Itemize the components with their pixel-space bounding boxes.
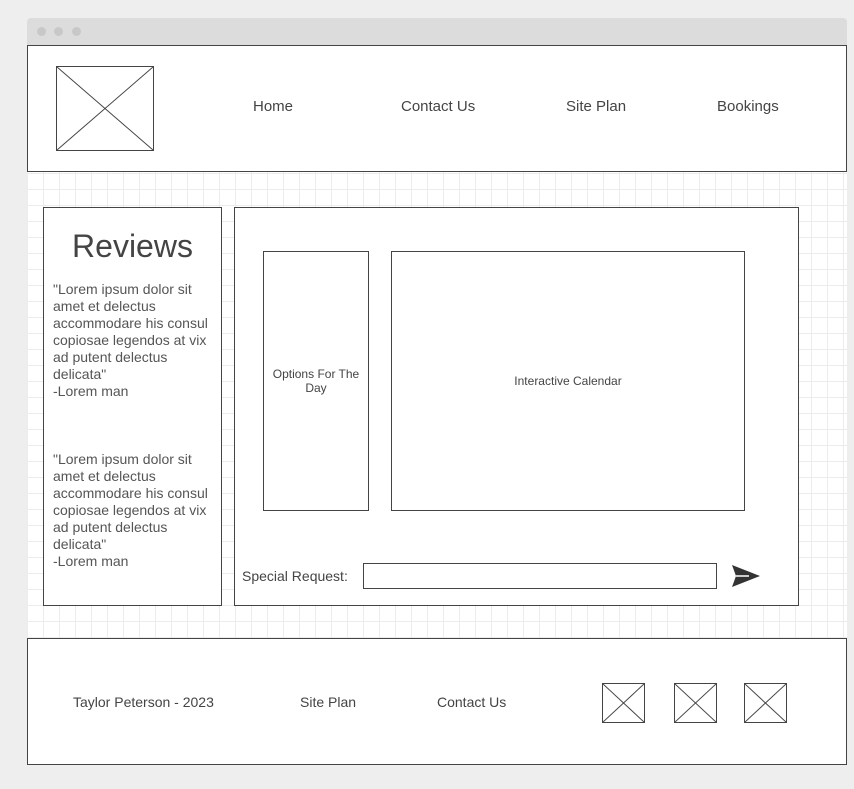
- logo-placeholder-icon[interactable]: [56, 66, 154, 151]
- window-dot-icon: [54, 27, 63, 36]
- booking-panel: Options For The Day Interactive Calendar…: [234, 207, 799, 606]
- social-placeholder-icon[interactable]: [744, 683, 787, 723]
- special-request-label: Special Request:: [242, 568, 348, 584]
- send-request-button[interactable]: [729, 562, 763, 590]
- window-dot-icon: [37, 27, 46, 36]
- browser-titlebar: [27, 18, 847, 46]
- review-author: -Lorem man: [53, 553, 129, 569]
- footer-site-plan-link[interactable]: Site Plan: [300, 694, 356, 710]
- footer-contact-link[interactable]: Contact Us: [437, 694, 506, 710]
- footer-copyright: Taylor Peterson - 2023: [73, 694, 214, 710]
- review-quote: "Lorem ipsum dolor sit amet et delectus …: [53, 451, 208, 552]
- nav-home-link[interactable]: Home: [253, 98, 293, 115]
- reviews-title: Reviews: [72, 228, 193, 264]
- social-placeholder-icon[interactable]: [602, 683, 645, 723]
- window-dot-icon: [72, 27, 81, 36]
- review-item: "Lorem ipsum dolor sit amet et delectus …: [53, 281, 213, 400]
- send-arrow-icon: [732, 565, 760, 587]
- nav-bookings-link[interactable]: Bookings: [717, 98, 779, 115]
- reviews-panel: Reviews "Lorem ipsum dolor sit amet et d…: [43, 207, 222, 606]
- options-label: Options For The Day: [272, 367, 360, 395]
- interactive-calendar[interactable]: Interactive Calendar: [391, 251, 745, 511]
- nav-contact-link[interactable]: Contact Us: [401, 98, 475, 115]
- review-quote: "Lorem ipsum dolor sit amet et delectus …: [53, 281, 208, 382]
- options-for-the-day-panel[interactable]: Options For The Day: [263, 251, 369, 511]
- social-placeholder-icon[interactable]: [674, 683, 717, 723]
- special-request-input[interactable]: [363, 563, 717, 589]
- nav-site-plan-link[interactable]: Site Plan: [566, 98, 626, 115]
- site-footer: Taylor Peterson - 2023 Site Plan Contact…: [27, 638, 847, 765]
- review-author: -Lorem man: [53, 383, 129, 399]
- site-header: Home Contact Us Site Plan Bookings: [27, 45, 847, 172]
- calendar-label: Interactive Calendar: [514, 374, 622, 388]
- review-item: "Lorem ipsum dolor sit amet et delectus …: [53, 451, 213, 570]
